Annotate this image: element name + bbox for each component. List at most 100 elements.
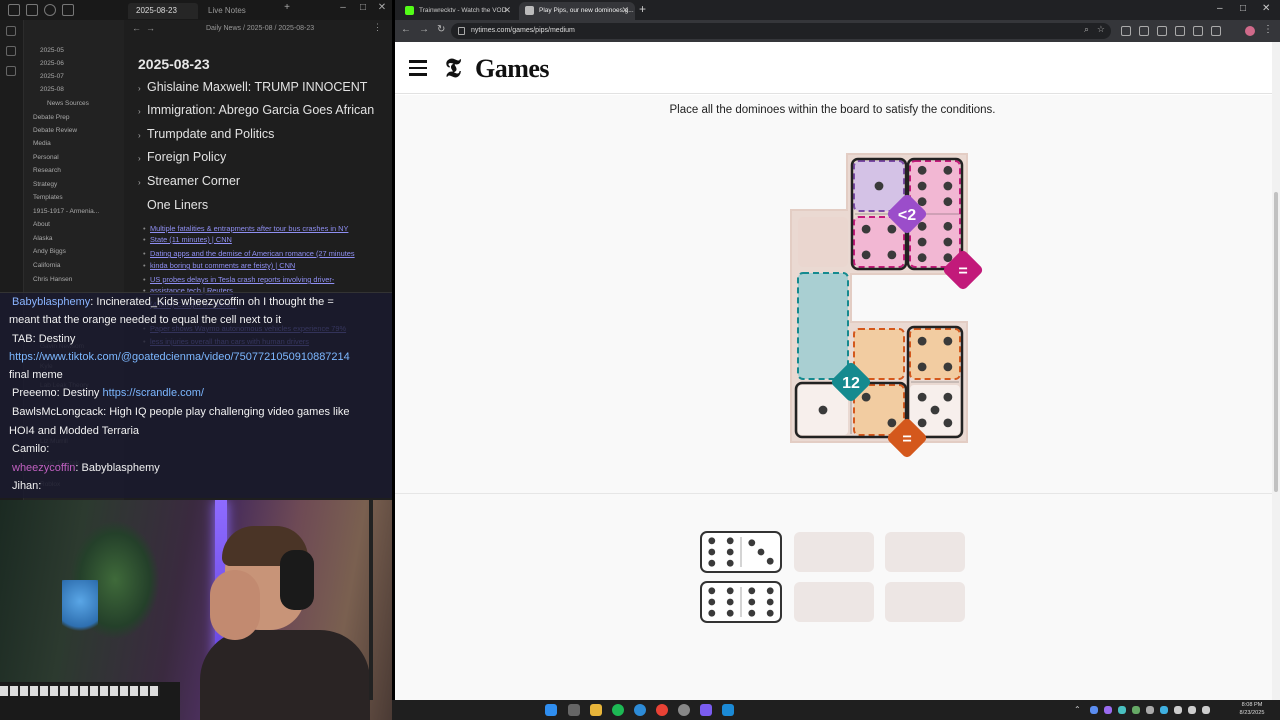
sidebar-item[interactable]: Media <box>33 140 51 147</box>
zoom-icon[interactable]: ⌕ <box>1084 24 1089 35</box>
side-panel-icon[interactable] <box>1175 26 1185 36</box>
collapse-caret-icon[interactable]: › <box>138 84 144 93</box>
tray-domino[interactable] <box>700 581 782 623</box>
empty-cell[interactable] <box>798 217 848 267</box>
sidebar-item[interactable]: Alaska <box>33 235 53 242</box>
collapse-caret-icon[interactable]: › <box>138 107 144 116</box>
page-scrollbar[interactable] <box>1272 42 1280 700</box>
chat-link[interactable]: https://scrandle.com/ <box>103 387 205 399</box>
reload-icon[interactable]: ↻ <box>437 24 445 35</box>
chat-username[interactable]: Camilo <box>12 443 46 455</box>
tray-app-icon[interactable] <box>1160 706 1168 714</box>
maximize-icon[interactable]: □ <box>356 2 370 13</box>
sidebar-toggle-icon[interactable] <box>8 4 20 16</box>
tray-overflow-icon[interactable]: ⌃ <box>1074 705 1081 714</box>
games-logo-text[interactable]: Games <box>475 54 550 84</box>
news-link[interactable]: State (11 minutes) | CNN <box>143 234 232 245</box>
chrome-menu-icon[interactable]: ⋮ <box>1263 24 1273 35</box>
forward-icon[interactable]: → <box>146 23 155 33</box>
open-quick-switcher-icon[interactable] <box>6 26 16 36</box>
nyt-t-logo-icon[interactable]: 𝕿 <box>445 54 461 85</box>
breadcrumb[interactable]: Daily News / 2025-08 / 2025-08-23 <box>206 25 314 32</box>
news-link[interactable]: Multiple fatalities & entrapments after … <box>143 223 348 234</box>
bookmark-star-icon[interactable]: ☆ <box>1097 24 1105 35</box>
chat-username[interactable]: Babyblasphemy <box>12 296 90 308</box>
outline-heading[interactable]: One Liners <box>138 198 208 212</box>
edge-icon[interactable] <box>634 704 646 716</box>
news-link[interactable]: kinda boring but comments are feisty) | … <box>143 260 295 271</box>
tray-domino[interactable] <box>700 531 782 573</box>
new-tab-icon[interactable]: + <box>280 2 294 13</box>
minimize-icon[interactable]: – <box>1217 3 1223 14</box>
news-link[interactable]: US probes delays in Tesla crash reports … <box>143 274 334 285</box>
close-icon[interactable]: ✕ <box>375 2 389 13</box>
sidebar-item[interactable]: 2025-06 <box>40 60 64 67</box>
sidebar-item[interactable]: Personal <box>33 154 59 161</box>
sidebar-item[interactable]: 2025-07 <box>40 73 64 80</box>
outline-heading[interactable]: › Immigration: Abrego Garcia Goes African <box>138 103 374 117</box>
outline-heading[interactable]: › Foreign Policy <box>138 150 226 164</box>
chat-username[interactable]: Preeemo <box>12 387 57 399</box>
sidebar-item[interactable]: California <box>33 262 60 269</box>
chat-link[interactable]: https://www.tiktok.com/@goatedcienma/vid… <box>9 351 350 363</box>
reading-list-icon[interactable] <box>1139 26 1149 36</box>
tab-live-notes[interactable]: Live Notes <box>200 3 276 19</box>
sidebar-item[interactable]: Andy Biggs <box>33 248 66 255</box>
sidebar-item[interactable]: Strategy <box>33 181 57 188</box>
tray-app-icon[interactable] <box>1146 706 1154 714</box>
close-tab-icon[interactable]: ✕ <box>621 5 629 16</box>
minimize-icon[interactable]: – <box>336 2 350 13</box>
extension-icon[interactable] <box>1121 26 1131 36</box>
tray-app-icon[interactable] <box>1118 706 1126 714</box>
maximize-icon[interactable]: □ <box>1240 3 1246 14</box>
obs-icon[interactable] <box>678 704 690 716</box>
folder-icon[interactable] <box>26 4 38 16</box>
volume-icon[interactable] <box>1188 706 1196 714</box>
spotify-icon[interactable] <box>612 704 624 716</box>
chrome-icon[interactable] <box>656 704 668 716</box>
sidebar-item[interactable]: 1915-1917 - Armenia... <box>33 208 99 215</box>
sidebar-item[interactable]: 2025-05 <box>40 47 64 54</box>
close-icon[interactable]: ✕ <box>1262 3 1270 14</box>
url-bar[interactable]: nytimes.com/games/pips/medium ⌕ ☆ <box>451 23 1111 39</box>
browser-tab-trainwreck[interactable]: Trainwrecktv - Watch the VOD ✕ <box>399 2 517 20</box>
profile-avatar[interactable] <box>1245 26 1255 36</box>
system-clock[interactable]: 8:08 PM 8/23/2025 <box>1224 701 1280 717</box>
canvas-icon[interactable] <box>6 66 16 76</box>
file-explorer-icon[interactable] <box>590 704 602 716</box>
scrollbar-thumb[interactable] <box>1274 192 1278 492</box>
chat-username[interactable]: BawlsMcLongcack <box>12 406 103 418</box>
outline-heading[interactable]: › Ghislaine Maxwell: TRUMP INNOCENT <box>138 80 367 94</box>
search-icon[interactable] <box>44 4 56 16</box>
forward-icon[interactable]: → <box>419 24 429 35</box>
network-icon[interactable] <box>1174 706 1182 714</box>
sidebar-item[interactable]: Templates <box>33 194 63 201</box>
chat-username[interactable]: TAB <box>12 333 33 345</box>
tray-app-icon[interactable] <box>1104 706 1112 714</box>
bookmark-icon[interactable] <box>62 4 74 16</box>
outline-heading[interactable]: › Streamer Corner <box>138 174 240 188</box>
chat-username[interactable]: Jihan <box>12 480 38 492</box>
sidebar-item[interactable]: Debate Review <box>33 127 77 134</box>
tab-2025-08-23[interactable]: 2025-08-23 <box>128 3 198 19</box>
collapse-caret-icon[interactable]: › <box>138 131 144 140</box>
more-options-icon[interactable]: ⋮ <box>373 22 382 33</box>
obsidian-icon[interactable] <box>700 704 712 716</box>
site-info-icon[interactable] <box>458 27 465 35</box>
extensions-puzzle-icon[interactable] <box>1157 26 1167 36</box>
chat-username[interactable]: wheezycoffin <box>12 462 75 474</box>
close-tab-icon[interactable]: ✕ <box>503 5 511 16</box>
sidebar-item[interactable]: 2025-08 <box>40 86 64 93</box>
hamburger-menu-icon[interactable] <box>409 60 427 76</box>
collapse-caret-icon[interactable]: › <box>138 154 144 163</box>
sidebar-item[interactable]: Chris Hansen <box>33 276 72 283</box>
collapse-caret-icon[interactable]: › <box>138 178 144 187</box>
graph-view-icon[interactable] <box>6 46 16 56</box>
task-view-icon[interactable] <box>568 704 580 716</box>
new-tab-icon[interactable]: + <box>639 2 646 16</box>
sidebar-item[interactable]: News Sources <box>47 100 89 107</box>
downloads-icon[interactable] <box>1193 26 1203 36</box>
back-icon[interactable]: ← <box>132 23 141 33</box>
tray-app-icon[interactable] <box>1090 706 1098 714</box>
sidebar-item[interactable]: Research <box>33 167 61 174</box>
